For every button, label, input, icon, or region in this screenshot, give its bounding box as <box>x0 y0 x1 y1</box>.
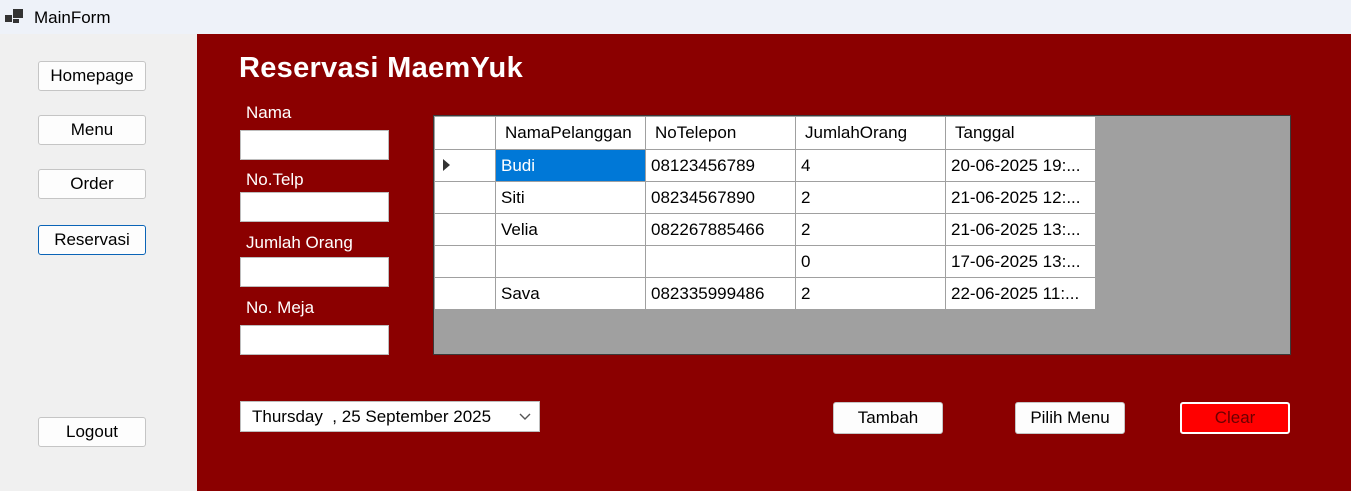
page-title: Reservasi MaemYuk <box>239 52 523 84</box>
menu-button[interactable]: Menu <box>38 115 146 145</box>
row-header[interactable] <box>434 213 496 246</box>
table-cell[interactable]: 0 <box>795 245 946 278</box>
nama-label: Nama <box>246 103 292 122</box>
table-cell[interactable]: 20-06-2025 19:... <box>945 149 1096 182</box>
table-cell[interactable]: 4 <box>795 149 946 182</box>
table-cell[interactable]: 08234567890 <box>645 181 796 214</box>
window-title: MainForm <box>34 8 111 27</box>
table-cell[interactable]: 21-06-2025 13:... <box>945 213 1096 246</box>
table-cell[interactable]: Siti <box>495 181 646 214</box>
table-cell[interactable]: 22-06-2025 11:... <box>945 277 1096 310</box>
tambah-button[interactable]: Tambah <box>833 402 943 434</box>
date-picker-value: Thursday , 25 September 2025 <box>252 406 492 426</box>
row-header[interactable] <box>434 277 496 310</box>
table-row[interactable]: Sava 082335999486 2 22-06-2025 11:... <box>434 277 1096 310</box>
header-row: NamaPelanggan NoTelepon JumlahOrang Tang… <box>434 116 1096 150</box>
table-cell[interactable]: 2 <box>795 277 946 310</box>
telp-label: No.Telp <box>246 170 304 189</box>
table-cell[interactable]: 17-06-2025 13:... <box>945 245 1096 278</box>
table-row[interactable]: Siti 08234567890 2 21-06-2025 12:... <box>434 181 1096 214</box>
row-header[interactable] <box>434 181 496 214</box>
nama-input[interactable] <box>240 130 389 160</box>
row-header[interactable] <box>434 245 496 278</box>
row-header[interactable] <box>434 149 496 182</box>
title-bar: MainForm <box>0 0 1351 34</box>
column-header-jumlah[interactable]: JumlahOrang <box>795 116 946 150</box>
logout-button[interactable]: Logout <box>38 417 146 447</box>
no-meja-input[interactable] <box>240 325 389 355</box>
current-row-arrow-icon <box>443 158 450 171</box>
column-header-tanggal[interactable]: Tanggal <box>945 116 1096 150</box>
table-cell[interactable]: 21-06-2025 12:... <box>945 181 1096 214</box>
table-cell[interactable]: 082335999486 <box>645 277 796 310</box>
table-cell[interactable]: Sava <box>495 277 646 310</box>
main-panel: Reservasi MaemYuk Nama No.Telp Jumlah Or… <box>197 34 1351 491</box>
table-cell[interactable]: Budi <box>495 149 646 182</box>
reservation-grid[interactable]: NamaPelanggan NoTelepon JumlahOrang Tang… <box>433 115 1291 355</box>
jumlah-orang-label: Jumlah Orang <box>246 233 353 252</box>
row-header-corner <box>434 116 496 150</box>
reservasi-button[interactable]: Reservasi <box>38 225 146 255</box>
order-button[interactable]: Order <box>38 169 146 199</box>
table-row[interactable]: Budi 08123456789 4 20-06-2025 19:... <box>434 149 1096 182</box>
reservation-table: NamaPelanggan NoTelepon JumlahOrang Tang… <box>434 116 1096 310</box>
table-cell[interactable]: 08123456789 <box>645 149 796 182</box>
table-cell[interactable]: 2 <box>795 213 946 246</box>
pilih-menu-button[interactable]: Pilih Menu <box>1015 402 1125 434</box>
table-cell[interactable]: 082267885466 <box>645 213 796 246</box>
column-header-nama[interactable]: NamaPelanggan <box>495 116 646 150</box>
reservation-date-picker[interactable]: Thursday , 25 September 2025 <box>240 401 540 432</box>
table-row[interactable]: Velia 082267885466 2 21-06-2025 13:... <box>434 213 1096 246</box>
chevron-down-icon[interactable] <box>519 410 531 422</box>
table-cell[interactable] <box>495 245 646 278</box>
jumlah-orang-input[interactable] <box>240 257 389 287</box>
sidebar: Homepage Menu Order Reservasi Logout <box>0 34 197 491</box>
column-header-telepon[interactable]: NoTelepon <box>645 116 796 150</box>
app-icon <box>5 9 23 23</box>
homepage-button[interactable]: Homepage <box>38 61 146 91</box>
table-row[interactable]: 0 17-06-2025 13:... <box>434 245 1096 278</box>
table-cell[interactable]: Velia <box>495 213 646 246</box>
clear-button[interactable]: Clear <box>1180 402 1290 434</box>
telp-input[interactable] <box>240 192 389 222</box>
no-meja-label: No. Meja <box>246 298 315 317</box>
table-cell[interactable]: 2 <box>795 181 946 214</box>
table-cell[interactable] <box>645 245 796 278</box>
